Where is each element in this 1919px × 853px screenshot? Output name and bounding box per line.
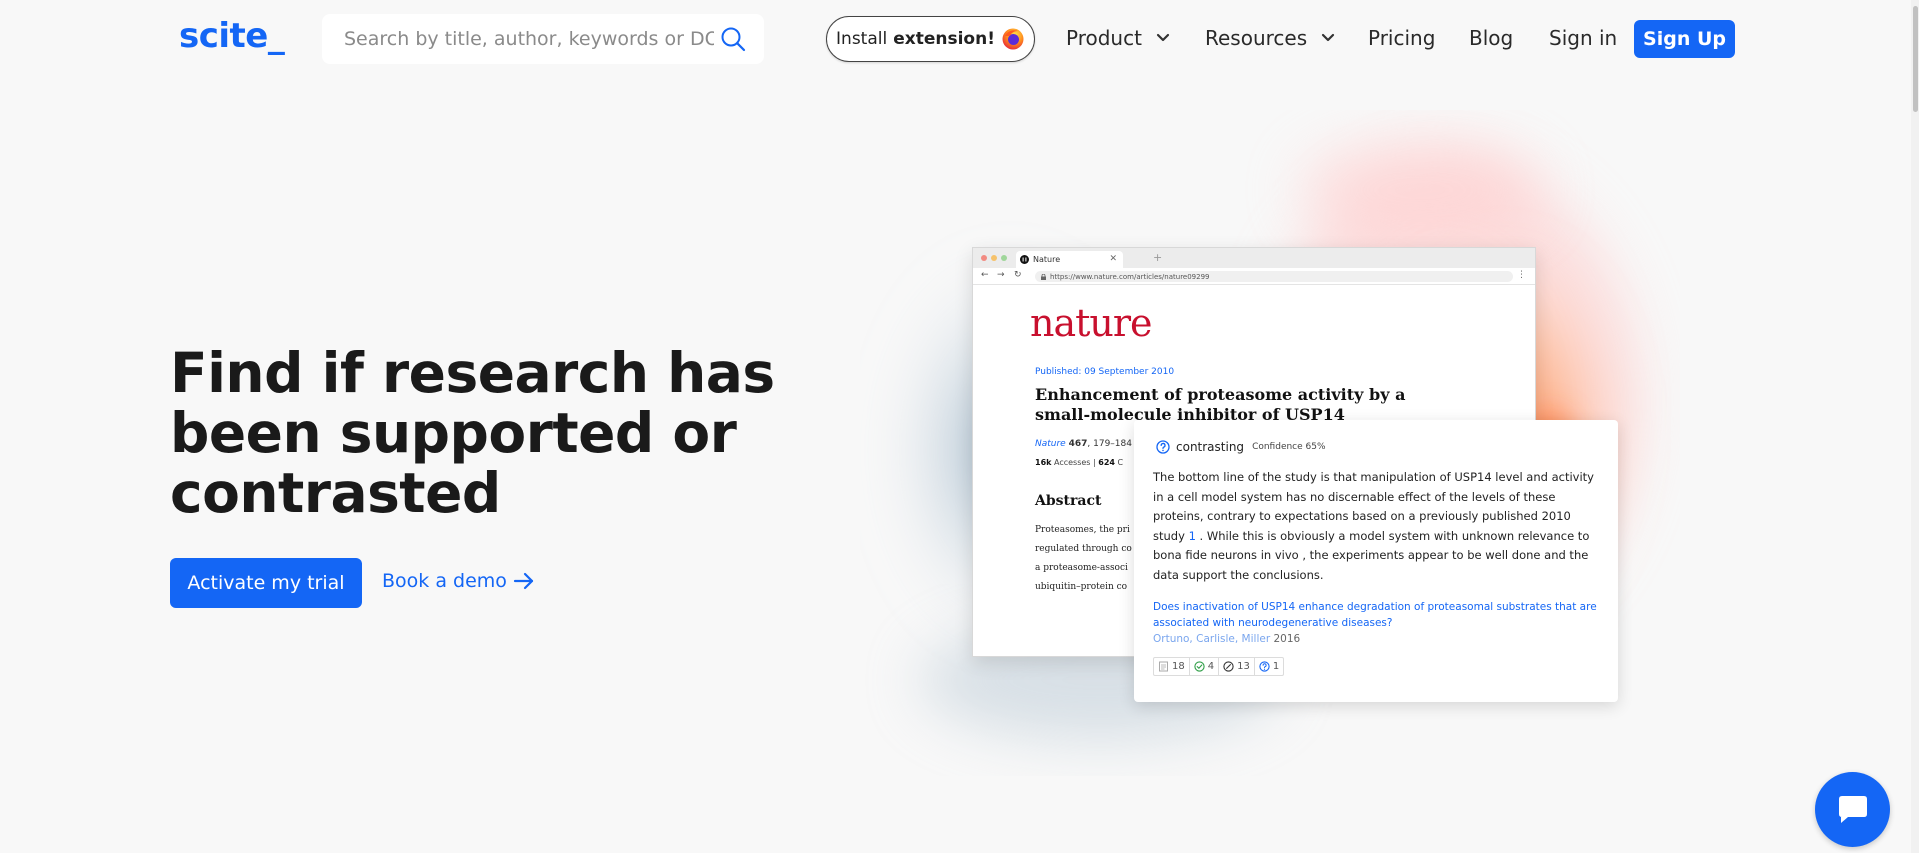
browser-tab-title: Nature xyxy=(1033,255,1061,264)
nav-resources-label: Resources xyxy=(1205,26,1308,50)
question-circle-icon xyxy=(1156,440,1170,454)
search-input[interactable] xyxy=(344,28,714,50)
browser-url-field: https://www.nature.com/articles/nature09… xyxy=(1035,271,1513,282)
reload-icon: ↻ xyxy=(1014,270,1022,280)
snippet-text-after: . While this is obviously a model system… xyxy=(1153,528,1590,582)
forward-arrow-icon: → xyxy=(997,270,1005,280)
browser-tab-bar: Nature ✕ + xyxy=(973,248,1535,268)
publication-year: 2016 xyxy=(1273,633,1301,645)
citation-type-label: contrasting xyxy=(1176,440,1245,454)
back-arrow-icon: ← xyxy=(981,270,989,280)
browser-menu-icon: ⋮ xyxy=(1517,270,1526,280)
chat-support-button[interactable] xyxy=(1815,772,1890,847)
nature-favicon-icon xyxy=(1020,255,1029,264)
browser-url-text: https://www.nature.com/articles/nature09… xyxy=(1050,272,1210,281)
citation-snippet-text: The bottom line of the study is that man… xyxy=(1153,468,1603,585)
nav-product-label: Product xyxy=(1066,26,1142,50)
search-box[interactable] xyxy=(322,14,764,64)
page-scrollbar[interactable] xyxy=(1911,0,1919,853)
document-icon xyxy=(1159,661,1168,672)
mentioning-stat: 18 xyxy=(1154,658,1190,675)
scite-logo[interactable]: scite_ xyxy=(179,16,285,56)
browser-tab: Nature ✕ xyxy=(1016,251,1123,268)
article-journal-line: Nature 467, 179–184 (2 xyxy=(1035,439,1144,449)
unclassified-count: 1 xyxy=(1272,661,1280,672)
hero-title: Find if research has been supported or c… xyxy=(170,341,775,525)
nav-sign-in[interactable]: Sign in xyxy=(1549,26,1617,50)
lock-icon xyxy=(1041,273,1046,280)
window-close-dot xyxy=(981,255,987,261)
journal-name: Nature xyxy=(1035,439,1066,449)
citing-paper-title-link[interactable]: Does inactivation of USP14 enhance degra… xyxy=(1153,599,1603,631)
firefox-icon xyxy=(1002,28,1024,50)
nav-pricing[interactable]: Pricing xyxy=(1368,26,1435,50)
accesses-label: Accesses xyxy=(1054,458,1091,467)
citation-snippet-card: contrasting Confidence 65% The bottom li… xyxy=(1134,420,1618,702)
supporting-count: 4 xyxy=(1207,661,1215,672)
window-minimize-dot xyxy=(991,255,997,261)
chevron-down-icon xyxy=(1322,33,1335,42)
citations-count: 624 xyxy=(1098,458,1115,467)
install-label: Install xyxy=(836,29,888,49)
book-demo-link[interactable]: Book a demo xyxy=(382,570,535,592)
abstract-line: a proteasome-associ xyxy=(1035,563,1128,573)
scrollbar-thumb[interactable] xyxy=(1913,6,1918,112)
authors-list[interactable]: Ortuno, Carlisle, Miller xyxy=(1153,633,1270,645)
install-label-bold: extension! xyxy=(893,29,995,49)
nav-blog[interactable]: Blog xyxy=(1469,26,1513,50)
close-icon: ✕ xyxy=(1109,254,1117,264)
question-circle-icon xyxy=(1259,661,1270,672)
arrow-right-icon xyxy=(513,572,534,590)
mentioning-count: 18 xyxy=(1172,661,1185,672)
contrasting-stat: 13 xyxy=(1219,658,1255,675)
sign-up-button[interactable]: Sign Up xyxy=(1634,20,1735,58)
citations-label: C xyxy=(1117,458,1124,467)
citation-stats-badge[interactable]: 18 4 13 1 xyxy=(1153,657,1285,676)
contrasting-count: 13 xyxy=(1237,661,1250,672)
chevron-down-icon xyxy=(1156,33,1170,42)
browser-address-bar: ← → ↻ https://www.nature.com/articles/na… xyxy=(973,268,1535,285)
supporting-stat: 4 xyxy=(1190,658,1220,675)
new-tab-icon: + xyxy=(1153,251,1163,264)
nav-product[interactable]: Product xyxy=(1066,26,1170,50)
journal-volume: 467 xyxy=(1068,439,1088,449)
article-published-date: Published: 09 September 2010 xyxy=(1035,367,1175,377)
chat-icon xyxy=(1838,795,1867,823)
abstract-line: ubiquitin–protein co xyxy=(1035,582,1128,592)
article-title: Enhancement of proteasome activity by a … xyxy=(1035,385,1406,424)
snippet-reference-link[interactable]: 1 xyxy=(1189,529,1196,543)
check-circle-icon xyxy=(1194,661,1205,672)
slash-circle-icon xyxy=(1223,661,1234,672)
article-metrics: 16k Accesses | 624 C xyxy=(1035,458,1124,467)
abstract-line: regulated through co xyxy=(1035,544,1132,554)
accesses-count: 16k xyxy=(1035,458,1052,467)
search-icon[interactable] xyxy=(720,26,746,52)
activate-trial-button[interactable]: Activate my trial xyxy=(170,558,362,608)
window-maximize-dot xyxy=(1001,255,1007,261)
citation-card-header: contrasting Confidence 65% xyxy=(1156,440,1326,454)
top-navigation-bar: scite_ Install extension! Product xyxy=(0,0,1919,78)
unclassified-stat: 1 xyxy=(1255,658,1283,675)
nature-logo: nature xyxy=(1030,301,1153,345)
citation-confidence: Confidence 65% xyxy=(1252,442,1326,452)
book-demo-label: Book a demo xyxy=(382,570,507,592)
citing-paper-authors: Ortuno, Carlisle, Miller 2016 xyxy=(1153,633,1300,645)
abstract-heading: Abstract xyxy=(1035,493,1102,509)
abstract-body: Proteasomes, the pri regulated through c… xyxy=(1035,521,1145,597)
nav-resources[interactable]: Resources xyxy=(1205,26,1335,50)
abstract-line: Proteasomes, the pri xyxy=(1035,525,1130,535)
install-extension-button[interactable]: Install extension! xyxy=(826,16,1035,62)
